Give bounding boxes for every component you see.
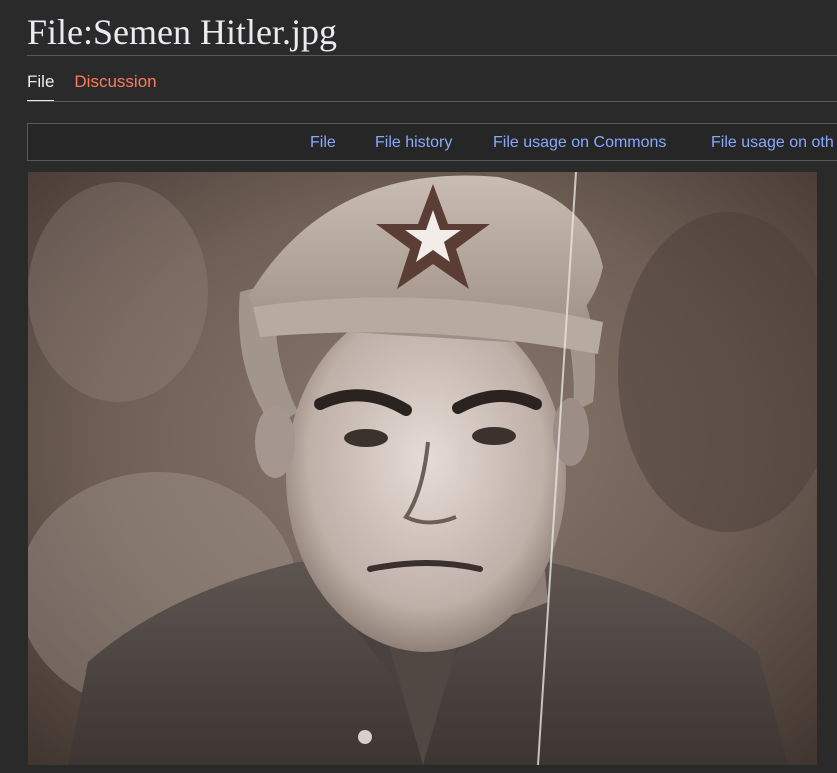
tabs-divider (27, 101, 837, 102)
nav-link-file-usage-commons[interactable]: File usage on Commons (493, 124, 666, 160)
portrait-photo[interactable] (28, 172, 817, 765)
tab-discussion[interactable]: Discussion (74, 70, 156, 102)
file-section-nav: File File history File usage on Commons … (27, 123, 837, 161)
title-divider (27, 55, 837, 56)
page-title: File:Semen Hitler.jpg (27, 12, 337, 52)
tab-file[interactable]: File (27, 70, 55, 102)
nav-link-file[interactable]: File (310, 124, 336, 160)
nav-link-file-history[interactable]: File history (375, 124, 452, 160)
page-tabs: File Discussion (27, 70, 157, 102)
nav-link-file-usage-other[interactable]: File usage on oth (711, 124, 834, 160)
